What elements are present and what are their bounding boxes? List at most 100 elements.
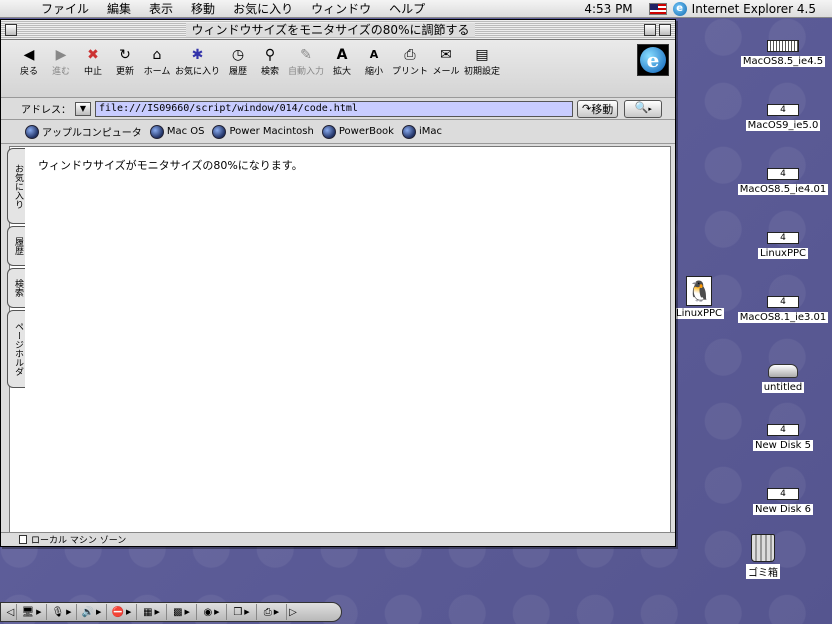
home-icon: ⌂: [152, 47, 162, 63]
control-strip-extensions-icon[interactable]: ❒ ▶: [227, 604, 257, 620]
print-button[interactable]: ⎙ プリント: [392, 46, 428, 77]
zoom-box-icon[interactable]: [644, 23, 656, 36]
tab-history[interactable]: 履歴: [7, 226, 25, 266]
print-icon: ⎙: [404, 47, 416, 63]
control-strip-scroll-right-icon[interactable]: ▷: [287, 604, 299, 620]
internet-explorer-app-icon[interactable]: e: [672, 1, 687, 16]
window-title: ウィンドウサイズをモニタサイズの80%に調節する: [185, 23, 476, 37]
zone-computer-icon: [19, 535, 27, 544]
history-button[interactable]: ◷ 履歴: [224, 46, 252, 77]
desktop-icon-label: New Disk 5: [752, 440, 813, 451]
favorite-label: Power Macintosh: [229, 126, 314, 137]
keyboard-layout-flag-icon[interactable]: [648, 2, 667, 15]
favorite-link-apple[interactable]: アップルコンピュータ: [25, 124, 142, 139]
control-strip-resolution-icon[interactable]: ▩ ▶: [167, 604, 197, 620]
history-label: 履歴: [229, 67, 248, 77]
favorite-label: iMac: [418, 126, 443, 137]
desktop-icon-label: MacOS8.5_ie4.5: [740, 56, 826, 67]
stop-button[interactable]: ✖ 中止: [79, 46, 107, 77]
control-strip-volume-icon[interactable]: 🔊 ▶: [77, 604, 107, 620]
mail-icon: ✉: [440, 47, 452, 63]
go-label: 移動: [591, 102, 614, 116]
favorite-link-powerbook[interactable]: PowerBook: [321, 124, 394, 139]
menu-file[interactable]: ファイル: [32, 0, 98, 17]
tab-page-holder[interactable]: ページホルダ: [7, 310, 25, 388]
text-larger-button[interactable]: A 拡大: [328, 46, 356, 77]
favorites-button[interactable]: ✱ お気に入り: [175, 46, 220, 77]
close-box-icon[interactable]: [5, 23, 17, 36]
ie-throbber-logo-icon[interactable]: e: [637, 44, 669, 76]
menu-help[interactable]: ヘルプ: [380, 0, 434, 17]
tab-favorites[interactable]: お気に入り: [7, 148, 25, 224]
favorite-link-imac[interactable]: iMac: [401, 124, 443, 139]
desktop-icon-trash[interactable]: ゴミ箱: [713, 534, 813, 579]
control-strip-sharing-icon[interactable]: ⛔ ▶: [107, 604, 137, 620]
menu-window[interactable]: ウィンドウ: [302, 0, 380, 17]
autofill-button[interactable]: ✎ 自動入力: [288, 46, 324, 77]
menu-go[interactable]: 移動: [182, 0, 224, 17]
favorite-label: アップルコンピュータ: [42, 128, 142, 139]
home-label: ホーム: [143, 67, 171, 77]
disk-icon: 4: [767, 296, 799, 308]
control-strip: ◁ 🖥 ▶ 🎙 ▶ 🔊 ▶ ⛔ ▶ ▦ ▶ ▩ ▶ ◉ ▶ ❒ ▶ ⎙ ▶ ▷: [0, 602, 342, 622]
address-history-dropdown-icon[interactable]: ▼: [75, 101, 91, 116]
refresh-icon: ↻: [119, 47, 131, 63]
go-button[interactable]: ↷ 移動: [577, 99, 619, 118]
autofill-label: 自動入力: [288, 67, 325, 77]
desktop-icon-new-disk-6[interactable]: 4 New Disk 6: [733, 488, 832, 515]
desktop-icon-macos85-ie45[interactable]: MacOS8.5_ie4.5: [733, 40, 832, 67]
desktop-icon-untitled[interactable]: untitled: [733, 364, 832, 393]
text-smaller-icon: A: [369, 48, 379, 61]
favorite-link-macos[interactable]: Mac OS: [149, 124, 204, 139]
window-title-bar[interactable]: ウィンドウサイズをモニタサイズの80%に調節する: [1, 20, 675, 40]
text-smaller-button[interactable]: A 縮小: [360, 46, 388, 77]
refresh-label: 更新: [115, 67, 134, 77]
status-bar: ローカル マシン ゾーン: [1, 532, 675, 546]
search-icon: ⚲: [264, 47, 276, 63]
trash-icon: [751, 534, 775, 562]
control-strip-printer-icon[interactable]: ⎙ ▶: [257, 604, 287, 620]
page-content[interactable]: ウィンドウサイズがモニタサイズの80%になります。: [9, 146, 671, 544]
desktop-icon-label: untitled: [761, 382, 805, 393]
back-label: 戻る: [19, 67, 38, 77]
text-larger-icon: A: [336, 47, 348, 63]
back-button[interactable]: ◀ 戻る: [15, 46, 43, 77]
content-area: ウィンドウサイズがモニタサイズの80%になります。 お気に入り 履歴 検索 ペー…: [1, 144, 675, 544]
refresh-button[interactable]: ↻ 更新: [111, 46, 139, 77]
forward-button[interactable]: ▶ 進む: [47, 46, 75, 77]
desktop-icon-macos85-ie401[interactable]: 4 MacOS8.5_ie4.01: [733, 168, 832, 195]
preferences-button[interactable]: ▤ 初期設定: [464, 46, 500, 77]
menu-favorites[interactable]: お気に入り: [224, 0, 302, 17]
menu-edit[interactable]: 編集: [98, 0, 140, 17]
disk-icon: 4: [767, 232, 799, 244]
forward-arrow-icon: ▶: [55, 47, 67, 63]
control-strip-colors-icon[interactable]: ▦ ▶: [137, 604, 167, 620]
address-search-button[interactable]: 🔍▸: [624, 99, 663, 118]
favorites-label: お気に入り: [175, 67, 221, 77]
globe-icon: [401, 124, 416, 139]
control-strip-monitor-icon[interactable]: 🖥 ▶: [17, 604, 47, 620]
control-strip-cd-icon[interactable]: ◉ ▶: [197, 604, 227, 620]
address-bar: アドレス： ▼ ↷ 移動 🔍▸: [1, 98, 675, 120]
desktop-icon-new-disk-5[interactable]: 4 New Disk 5: [733, 424, 832, 451]
menu-clock[interactable]: 4:53 PM: [574, 2, 642, 16]
home-button[interactable]: ⌂ ホーム: [143, 46, 171, 77]
control-strip-microphone-icon[interactable]: 🎙 ▶: [47, 604, 77, 620]
favorite-label: PowerBook: [338, 126, 394, 137]
favorite-link-power-macintosh[interactable]: Power Macintosh: [212, 124, 314, 139]
menu-view[interactable]: 表示: [140, 0, 182, 17]
tab-search[interactable]: 検索: [7, 268, 25, 308]
desktop-icon-linuxppc[interactable]: 4 LinuxPPC: [733, 232, 832, 259]
control-strip-scroll-left-icon[interactable]: ◁: [5, 604, 17, 620]
desktop-icon-macos9-ie50[interactable]: 4 MacOS9_ie5.0: [733, 104, 832, 131]
mail-button[interactable]: ✉ メール: [432, 46, 460, 77]
globe-icon: [212, 124, 227, 139]
collapse-box-icon[interactable]: [659, 23, 671, 36]
desktop-icon-label: New Disk 6: [752, 504, 813, 515]
disk-icon: 4: [767, 424, 799, 436]
desktop-icon-label: LinuxPPC: [674, 308, 724, 319]
application-menu[interactable]: Internet Explorer 4.5: [692, 2, 832, 16]
address-input[interactable]: [95, 100, 573, 117]
search-button[interactable]: ⚲ 検索: [256, 46, 284, 77]
desktop-icon-label: LinuxPPC: [758, 248, 808, 259]
